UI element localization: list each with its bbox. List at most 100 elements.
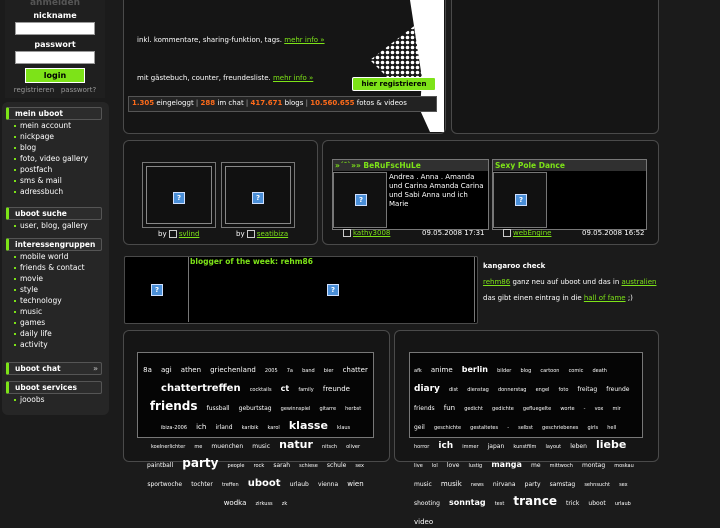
tag-link[interactable]: berlin <box>462 365 488 374</box>
tag-link[interactable]: sehnsucht <box>584 482 610 489</box>
tag-link[interactable]: klaus <box>337 425 350 432</box>
tag-link[interactable]: worte <box>560 406 574 413</box>
tag-link[interactable]: wien <box>347 480 363 488</box>
tag-link[interactable]: layout <box>546 444 562 451</box>
tag-link[interactable]: news <box>471 482 484 489</box>
tag-link[interactable]: karibik <box>242 425 259 432</box>
tag-link[interactable]: bilder <box>497 368 511 375</box>
tag-link[interactable]: athen <box>181 366 201 374</box>
tag-link[interactable]: friends <box>150 399 198 414</box>
tag-link[interactable]: lustig <box>469 463 483 470</box>
tag-link[interactable]: moskau <box>614 463 634 470</box>
tag-link[interactable]: blog <box>520 368 531 375</box>
tag-link[interactable]: tochter <box>191 481 213 489</box>
sidebar-item-movie[interactable]: movie <box>6 273 102 284</box>
tag-link[interactable]: geil <box>414 424 425 432</box>
tag-link[interactable]: ich <box>196 423 206 431</box>
tag-link[interactable]: trick <box>566 500 579 508</box>
sidebar-item-mobile-world[interactable]: mobile world <box>6 251 102 262</box>
sidebar-item-adressbuch[interactable]: adressbuch <box>6 186 102 197</box>
tag-link[interactable]: - <box>584 406 586 413</box>
tag-link[interactable]: freunde <box>606 386 629 394</box>
password-field[interactable] <box>15 51 95 64</box>
blog-user-link-1[interactable]: kathy3008 <box>353 229 390 237</box>
tag-link[interactable]: manga <box>491 460 522 469</box>
tag-link[interactable]: rock <box>254 463 265 470</box>
sidebar-item-games[interactable]: games <box>6 317 102 328</box>
tag-link[interactable]: herbst <box>345 406 361 413</box>
tag-link[interactable]: fun <box>444 404 455 412</box>
tag-link[interactable]: vox <box>595 406 604 413</box>
tag-link[interactable]: music <box>252 443 270 451</box>
sidebar-item-activity[interactable]: activity <box>6 339 102 350</box>
sidebar-item-gallery[interactable]: foto, video gallery <box>6 153 102 164</box>
user-link-svlind[interactable]: svlind <box>179 230 200 238</box>
tag-link[interactable]: treffen <box>222 482 239 489</box>
tag-link[interactable]: koelnerlichter <box>151 444 185 451</box>
tag-link[interactable]: nitsch <box>322 444 337 451</box>
tag-link[interactable]: chatter <box>343 366 368 374</box>
tag-link[interactable]: agi <box>161 366 172 374</box>
tag-link[interactable]: dienstag <box>467 387 489 394</box>
tag-link[interactable]: vienna <box>318 481 338 489</box>
tag-link[interactable]: geburtstag <box>239 405 272 413</box>
tag-link[interactable]: bier <box>324 368 334 375</box>
tag-link[interactable]: shooting <box>414 500 440 508</box>
tag-link[interactable]: uboot <box>248 478 281 490</box>
tag-link[interactable]: mir <box>612 406 620 413</box>
tag-link[interactable]: karol <box>268 425 280 432</box>
tag-link[interactable]: friends <box>414 405 435 413</box>
tag-link[interactable]: muenchen <box>211 443 243 451</box>
tag-link[interactable]: freitag <box>577 386 597 394</box>
tag-link[interactable]: zk <box>282 501 288 508</box>
tag-link[interactable]: montag <box>582 462 605 470</box>
tag-link[interactable]: afk <box>414 368 422 375</box>
sidebar-item-sms-mail[interactable]: sms & mail <box>6 175 102 186</box>
tag-link[interactable]: video <box>414 518 433 526</box>
tag-link[interactable]: selbst <box>518 425 533 432</box>
blog-user-link-2[interactable]: webEngine <box>513 229 551 237</box>
tag-link[interactable]: samstag <box>550 481 576 489</box>
tag-link[interactable]: - <box>507 425 509 432</box>
user-photo-1[interactable]: ? <box>142 162 216 228</box>
sidebar-item-jooobs[interactable]: jooobs <box>6 394 102 405</box>
sidebar-header-interessengruppen[interactable]: interessengruppen <box>6 238 102 251</box>
tag-link[interactable]: sex <box>355 463 364 470</box>
tag-link[interactable]: test <box>495 501 505 508</box>
tag-link[interactable]: 2005 <box>265 368 278 375</box>
tag-link[interactable]: gewinnspiel <box>281 406 311 413</box>
tag-link[interactable]: immer <box>462 444 478 451</box>
tag-link[interactable]: comic <box>569 368 584 375</box>
tag-link[interactable]: diary <box>414 384 440 394</box>
tag-link[interactable]: sportwoche <box>147 481 182 489</box>
tag-link[interactable]: me <box>531 462 541 470</box>
tag-link[interactable]: gedichte <box>492 406 514 413</box>
register-link[interactable]: registrieren <box>14 86 54 94</box>
tag-link[interactable]: freunde <box>323 385 350 393</box>
tag-link[interactable]: fussball <box>207 405 230 413</box>
user-link-seatibiza[interactable]: seatibiza <box>257 230 288 238</box>
tag-link[interactable]: death <box>592 368 606 375</box>
tag-link[interactable]: hell <box>607 425 616 432</box>
tag-link[interactable]: klasse <box>289 419 328 433</box>
tag-link[interactable]: party <box>182 456 218 471</box>
tag-link[interactable]: uboot <box>588 500 605 508</box>
tag-link[interactable]: anime <box>431 366 453 374</box>
blog-image-1[interactable]: ? <box>333 172 387 228</box>
tag-link[interactable]: party <box>525 481 541 489</box>
user-photo-2[interactable]: ? <box>221 162 295 228</box>
tag-link[interactable]: musik <box>441 480 462 488</box>
tag-link[interactable]: sex <box>619 482 628 489</box>
sidebar-item-search[interactable]: user, blog, gallery <box>6 220 102 231</box>
tag-link[interactable]: japan <box>488 443 505 451</box>
tag-link[interactable]: live <box>414 463 423 470</box>
sidebar-item-friends-contact[interactable]: friends & contact <box>6 262 102 273</box>
hall-of-fame-link[interactable]: hall of fame <box>584 294 626 302</box>
tag-link[interactable]: gefluegelte <box>523 406 551 413</box>
tag-link[interactable]: girls <box>588 425 599 432</box>
missing-image-icon[interactable]: ? <box>327 284 339 296</box>
tag-link[interactable]: paintball <box>147 462 173 470</box>
sidebar-item-blog[interactable]: blog <box>6 142 102 153</box>
sidebar-header-uboot-chat[interactable]: uboot chat » <box>6 362 102 375</box>
tag-link[interactable]: gedicht <box>464 406 483 413</box>
